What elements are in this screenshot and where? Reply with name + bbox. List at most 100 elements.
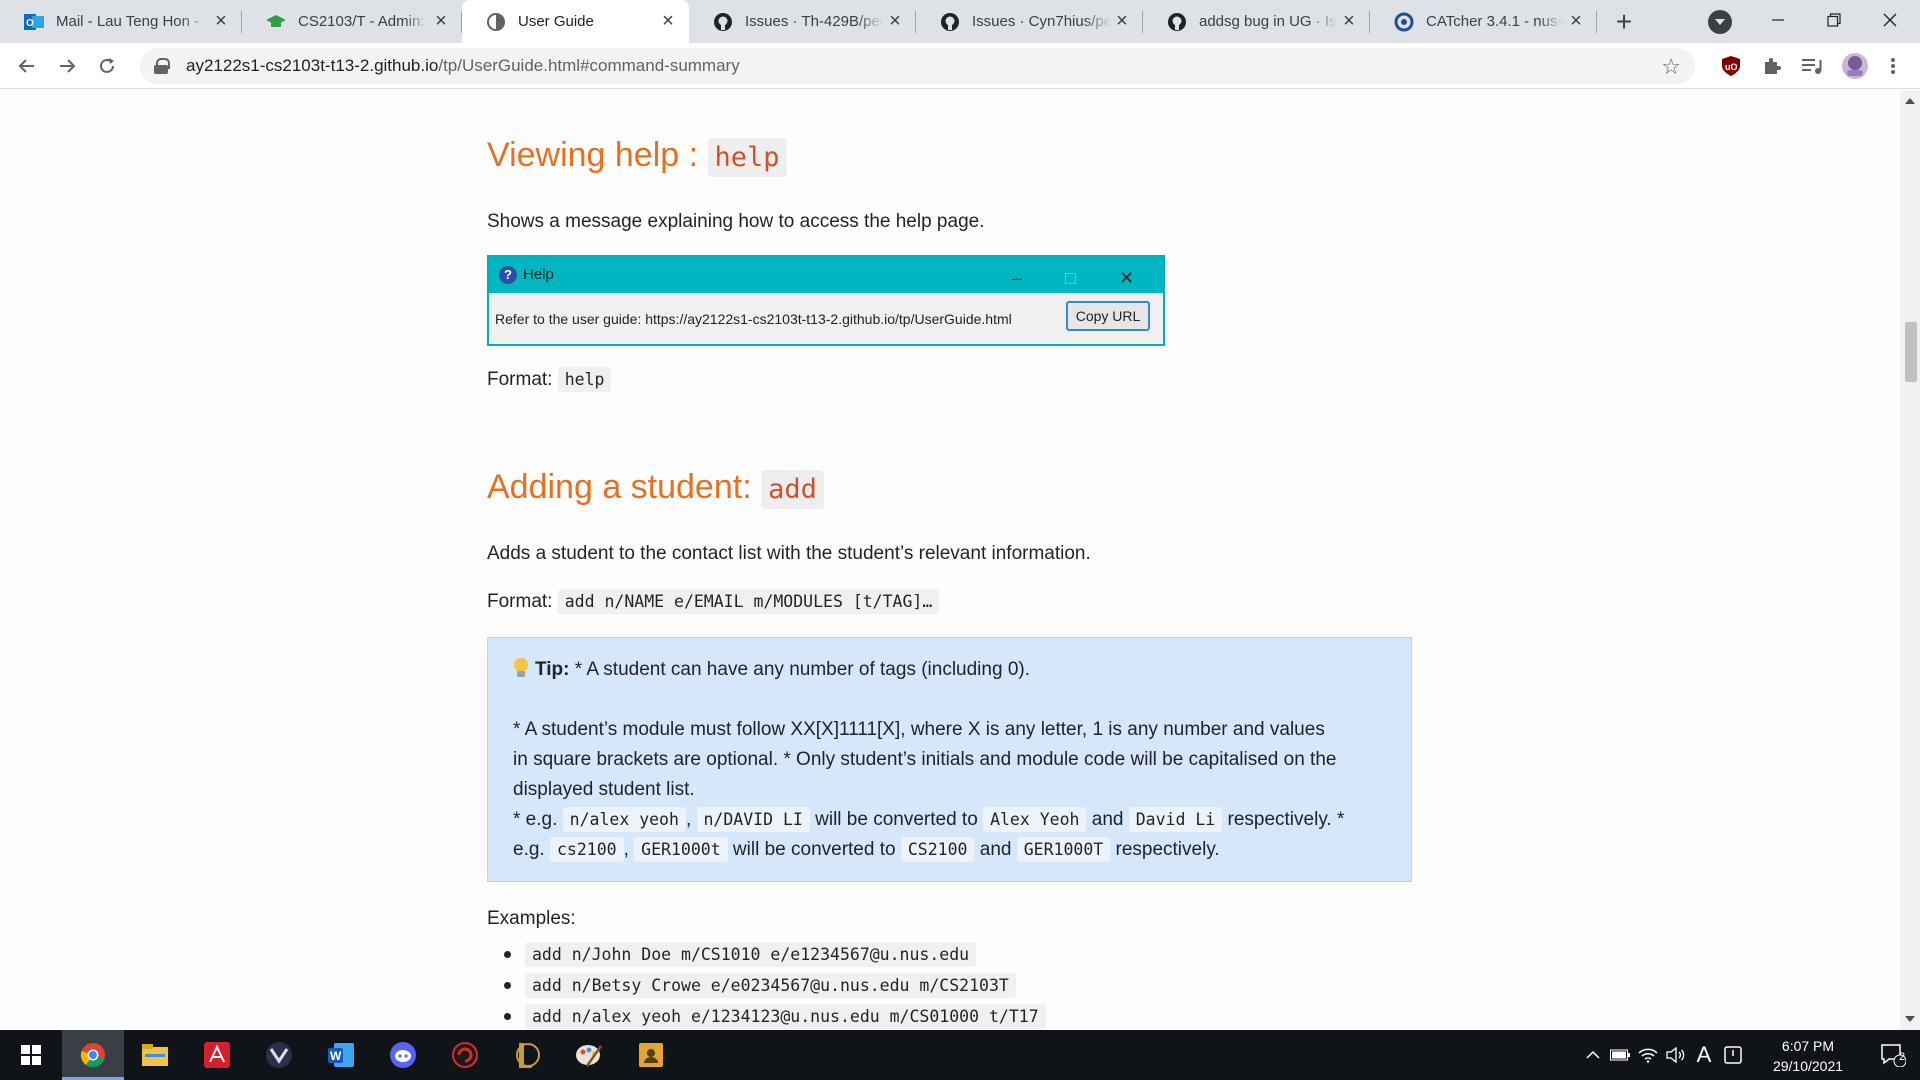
- menu-icon[interactable]: [1880, 53, 1906, 79]
- close-icon[interactable]: ×: [430, 10, 452, 33]
- graduation-cap-icon: [266, 12, 286, 32]
- word-icon[interactable]: W: [310, 1030, 372, 1080]
- tip-text: e.g.: [513, 839, 545, 860]
- github-icon: [1167, 12, 1187, 32]
- tab-label: Issues · Th-429B/ped: [745, 13, 884, 30]
- example-code: add n/alex yeoh e/1234123@u.nus.edu m/CS…: [525, 1004, 1046, 1029]
- chevron-up-icon[interactable]: [1580, 1050, 1606, 1060]
- profile-avatar[interactable]: [1840, 53, 1870, 79]
- wifi-icon[interactable]: [1634, 1047, 1662, 1063]
- tab-label: addsg bug in UG · Issu: [1199, 13, 1338, 30]
- tip-text: and: [1091, 809, 1124, 830]
- windows-taskbar: W A 6:07 PM 29/10/2021 2: [0, 1030, 1920, 1080]
- battery-icon[interactable]: [1606, 1049, 1634, 1061]
- tab-mail[interactable]: O Mail - Lau Teng Hon - ×: [0, 0, 242, 43]
- acrobat-icon[interactable]: [186, 1030, 248, 1080]
- help-window-message: Refer to the user guide: https://ay2122s…: [495, 310, 1012, 327]
- tab-label: Mail - Lau Teng Hon -: [56, 13, 200, 30]
- contacts-icon[interactable]: [620, 1030, 682, 1080]
- minimize-icon: –: [1012, 268, 1023, 288]
- close-icon[interactable]: ×: [210, 10, 232, 33]
- url-path: /tp/UserGuide.html#command-summary: [438, 56, 740, 75]
- tab-admin[interactable]: CS2103/T - Admin: tP ×: [242, 0, 462, 43]
- copy-url-button: Copy URL: [1066, 301, 1150, 331]
- chrome-icon[interactable]: [62, 1030, 124, 1080]
- tip-code: GER1000t: [634, 837, 728, 862]
- restore-button[interactable]: [1806, 0, 1862, 40]
- close-window-button[interactable]: [1862, 0, 1918, 40]
- github-icon: [940, 12, 960, 32]
- globe-icon: [486, 12, 506, 32]
- league-icon[interactable]: [496, 1030, 558, 1080]
- tab-label: CATcher 3.4.1 - nus-cs: [1426, 13, 1565, 30]
- start-icon[interactable]: [0, 1030, 62, 1080]
- scrollbar-thumb[interactable]: [1905, 322, 1917, 382]
- volume-icon[interactable]: [1662, 1047, 1690, 1063]
- file-explorer-icon[interactable]: [124, 1030, 186, 1080]
- reload-icon[interactable]: [92, 51, 122, 81]
- tip-text: * e.g.: [513, 809, 558, 830]
- format-code: help: [557, 367, 612, 392]
- tip-line-3: in square brackets are optional. * Only …: [513, 749, 1337, 770]
- page-scrollbar[interactable]: [1900, 90, 1920, 1030]
- lock-icon[interactable]: [154, 58, 170, 74]
- tip-text: * A student can have any number of tags …: [569, 659, 1030, 680]
- format-label: Format:: [487, 591, 553, 612]
- tip-text: will be converted to: [732, 839, 896, 860]
- tab-label: Issues · Cyn7hius/ped: [972, 13, 1111, 30]
- lightbulb-icon: [513, 658, 529, 678]
- tip-text: ,: [623, 839, 629, 860]
- extensions-icon[interactable]: [1759, 53, 1785, 79]
- tab-addsg-bug[interactable]: addsg bug in UG · Issu ×: [1143, 0, 1370, 43]
- scroll-down-icon[interactable]: [1905, 1016, 1915, 1022]
- tip-line-2: * A student’s module must follow XX[X]11…: [513, 719, 1325, 740]
- example-code: add n/Betsy Crowe e/e0234567@u.nus.edu m…: [525, 973, 1016, 998]
- help-window-titlebar: ? Help – □ ✕: [489, 257, 1163, 293]
- tip-line-5: * e.g. n/alex yeoh, n/DAVID LI will be c…: [513, 805, 1386, 835]
- close-icon[interactable]: ×: [1338, 10, 1360, 33]
- tab-search-icon[interactable]: [1708, 10, 1732, 34]
- tip-text: and: [979, 839, 1012, 860]
- new-tab-button[interactable]: +: [1608, 6, 1640, 38]
- paint-icon[interactable]: [558, 1030, 620, 1080]
- close-icon: ✕: [1119, 268, 1135, 288]
- tip-label: Tip:: [535, 659, 570, 680]
- close-icon[interactable]: ×: [657, 10, 679, 33]
- tab-user-guide[interactable]: User Guide ×: [462, 0, 689, 43]
- tab-issues-th429b[interactable]: Issues · Th-429B/ped ×: [689, 0, 916, 43]
- forward-icon[interactable]: [52, 51, 82, 81]
- question-icon: ?: [499, 266, 517, 284]
- outlook-icon: O: [24, 12, 44, 32]
- back-icon[interactable]: [12, 51, 42, 81]
- list-item: add n/John Doe m/CS1010 e/e1234567@u.nus…: [487, 940, 1046, 971]
- minimize-button[interactable]: [1750, 0, 1806, 40]
- onedrive-sync-icon[interactable]: [1718, 1046, 1748, 1064]
- taskbar-clock[interactable]: 6:07 PM 29/10/2021: [1768, 1036, 1848, 1076]
- input-method-indicator[interactable]: A: [1690, 1042, 1718, 1068]
- garena-icon[interactable]: [434, 1030, 496, 1080]
- tip-code: GER1000T: [1016, 837, 1111, 862]
- maximize-icon: □: [1065, 268, 1076, 288]
- tip-line-1: Tip: * A student can have any number of …: [513, 655, 1386, 685]
- notification-center-icon[interactable]: 2: [1866, 1030, 1920, 1080]
- help-window-screenshot: ? Help – □ ✕ Refer to the user guide: ht…: [487, 255, 1165, 346]
- heading-code: add: [761, 470, 824, 509]
- reading-list-icon[interactable]: [1799, 53, 1825, 79]
- address-bar[interactable]: ay2122s1-cs2103t-t13-2.github.io/tp/User…: [140, 48, 1695, 84]
- discord-icon[interactable]: [372, 1030, 434, 1080]
- tip-code: cs2100: [549, 837, 624, 862]
- tip-box: Tip: * A student can have any number of …: [487, 637, 1412, 882]
- bookmark-star-icon[interactable]: ☆: [1661, 54, 1681, 80]
- tab-issues-cyn7hius[interactable]: Issues · Cyn7hius/ped ×: [916, 0, 1143, 43]
- ublock-icon[interactable]: uO: [1718, 53, 1744, 79]
- list-item: add n/Betsy Crowe e/e0234567@u.nus.edu m…: [487, 971, 1046, 1002]
- tab-catcher[interactable]: CATcher 3.4.1 - nus-cs ×: [1370, 0, 1597, 43]
- page-viewport: Viewing help : help Shows a message expl…: [0, 90, 1900, 1030]
- scroll-up-icon[interactable]: [1905, 98, 1915, 104]
- close-icon[interactable]: ×: [1565, 10, 1587, 33]
- close-icon[interactable]: ×: [1111, 10, 1133, 33]
- add-description: Adds a student to the contact list with …: [487, 543, 1091, 564]
- tip-text: respectively.: [1115, 839, 1220, 860]
- close-icon[interactable]: ×: [884, 10, 906, 33]
- game-icon[interactable]: [248, 1030, 310, 1080]
